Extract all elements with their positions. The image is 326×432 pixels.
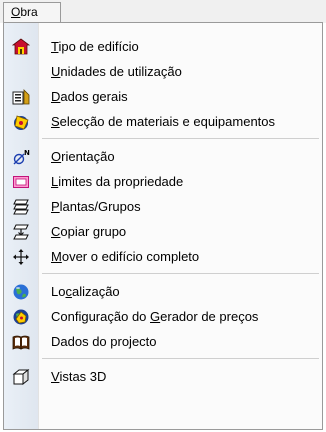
menu-item-accel: G — [150, 309, 161, 324]
menu-item-label: imites da propriedade — [58, 174, 184, 189]
menu-item-label: erador de preços — [160, 309, 259, 324]
menu-separator — [4, 354, 322, 364]
orientation-icon: N — [13, 149, 30, 165]
property-limits-icon — [13, 176, 29, 188]
materials-icon — [14, 115, 29, 130]
menu-item-dados-gerais[interactable]: Dados gerais — [4, 84, 322, 109]
menu-item-accel: O — [51, 149, 62, 164]
menu-item-seleccao-de-materiais[interactable]: Selecção de materiais e equipamentos — [4, 109, 322, 134]
menu-item-copiar-grupo[interactable]: Copiar grupo — [4, 219, 322, 244]
menu-item-limites-da-propriedade[interactable]: Limites da propriedade — [4, 169, 322, 194]
menu-item-plantas-grupos[interactable]: Plantas/Grupos — [4, 194, 322, 219]
obra-dropdown-menu: Tipo de edifício Unidades de utilização … — [3, 22, 323, 430]
menu-separator — [4, 134, 322, 144]
menu-obra[interactable]: Obra — [3, 2, 61, 22]
price-generator-icon — [13, 309, 29, 325]
menu-item-label: Dados do projecto — [51, 334, 157, 349]
general-data-icon — [12, 89, 30, 105]
menu-item-label: elecção de materiais e equipamentos — [59, 114, 276, 129]
menu-item-label: opiar grupo — [60, 224, 127, 239]
menu-item-tipo-de-edificio[interactable]: Tipo de edifício — [4, 34, 322, 59]
menu-obra-label: bra — [20, 5, 38, 19]
menu-separator — [4, 269, 322, 279]
menu-item-orientacao[interactable]: N Orientação — [4, 144, 322, 169]
move-icon — [13, 249, 29, 265]
menu-item-accel: M — [51, 249, 62, 264]
menu-item-label: rientação — [61, 149, 115, 164]
menu-item-gerador-de-precos[interactable]: Configuração do Gerador de preços — [4, 304, 322, 329]
menu-item-accel: P — [51, 199, 60, 214]
building-icon — [12, 38, 30, 55]
menu-item-label-pre: Configuração do — [51, 309, 151, 324]
menu-item-localizacao[interactable]: Localização — [4, 279, 322, 304]
menu-item-unidades-de-utilizacao[interactable]: Unidades de utilização — [4, 59, 322, 84]
menu-item-label: ipo de edifício — [58, 39, 139, 54]
menu-obra-accel: O — [11, 5, 21, 19]
menu-item-dados-do-projecto[interactable]: Dados do projecto — [4, 329, 322, 354]
menu-bar: Obra — [0, 0, 326, 23]
copy-group-icon — [13, 224, 29, 240]
menu-item-accel: C — [51, 224, 61, 239]
menu-item-accel: U — [51, 64, 61, 79]
menu-item-label: nidades de utilização — [60, 64, 182, 79]
menu-item-accel: S — [51, 114, 60, 129]
menu-item-accel: D — [51, 89, 61, 104]
menu-item-label: lantas/Grupos — [59, 199, 141, 214]
menu-item-label: alização — [71, 284, 120, 299]
3d-views-icon — [12, 368, 30, 386]
menu-item-mover-edificio[interactable]: Mover o edifício completo — [4, 244, 322, 269]
menu-item-vistas-3d[interactable]: Vistas 3D — [4, 364, 322, 389]
svg-text:N: N — [24, 149, 30, 157]
menu-item-label: over o edifício completo — [61, 249, 200, 264]
menu-item-label: istas 3D — [59, 369, 107, 384]
menu-item-label-pre: Lo — [51, 284, 66, 299]
floors-icon — [13, 199, 29, 215]
globe-icon — [13, 284, 29, 300]
menu-item-label: ados gerais — [60, 89, 128, 104]
project-book-icon — [12, 335, 30, 350]
